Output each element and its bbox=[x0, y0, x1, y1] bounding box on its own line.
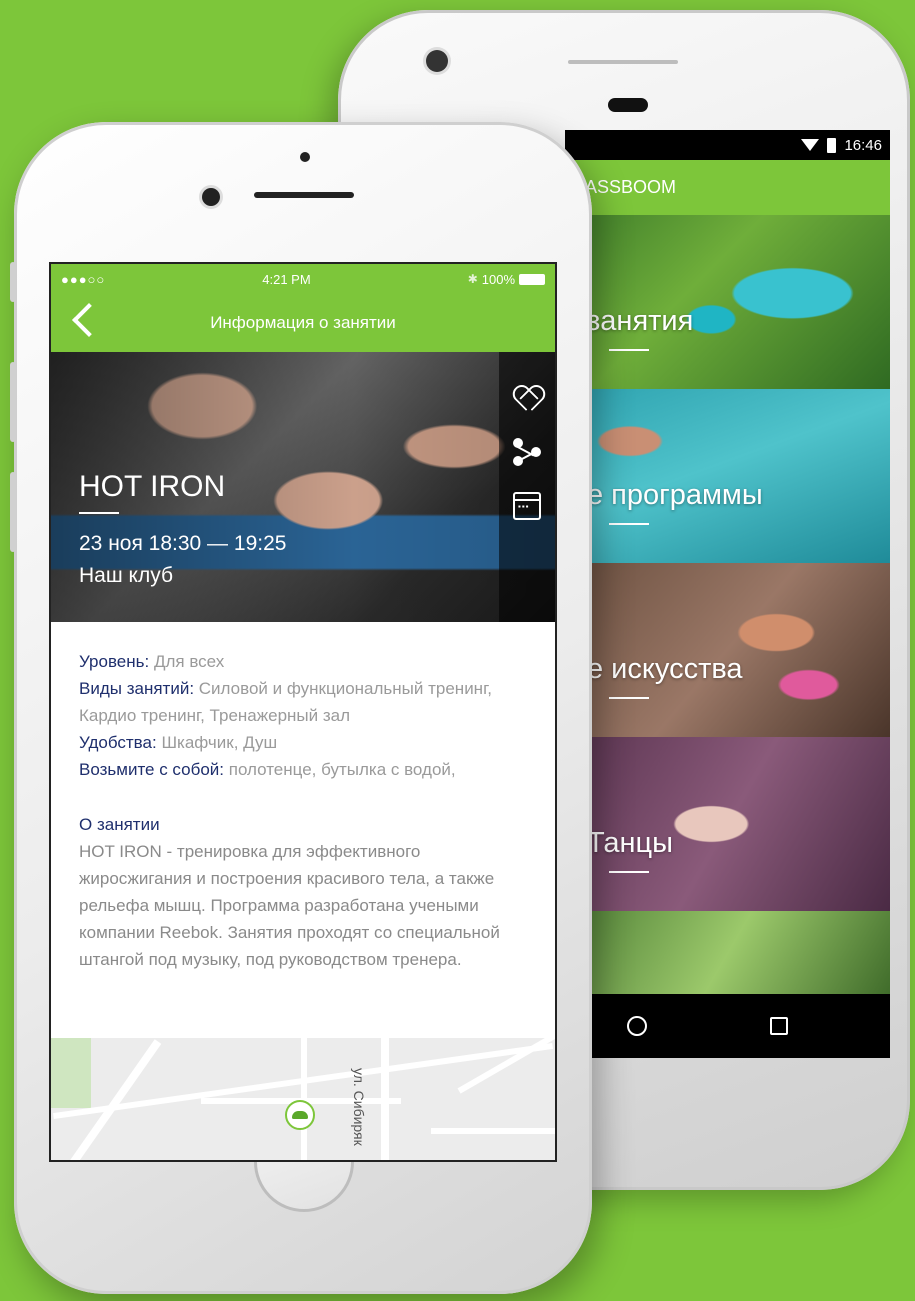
status-right: ✱ 100% bbox=[468, 272, 545, 287]
detail-types: Виды занятий: Силовой и функциональный т… bbox=[79, 675, 527, 729]
ios-screen: ●●●○○ 4:21 PM ✱ 100% Информация о заняти… bbox=[49, 262, 557, 1162]
category-tile-dance[interactable]: Танцы bbox=[565, 737, 890, 911]
location-map[interactable]: ул. Сибиряк bbox=[51, 1038, 555, 1160]
detail-amenities: Удобства: Шкафчик, Душ bbox=[79, 729, 527, 756]
app-title: ASSBOOM bbox=[585, 177, 677, 197]
location-pin-icon[interactable] bbox=[285, 1100, 315, 1130]
battery-icon bbox=[827, 137, 837, 153]
tile-label: Танцы bbox=[587, 827, 674, 859]
amenities-value: Шкафчик, Душ bbox=[161, 733, 278, 752]
volume-down-button bbox=[10, 472, 16, 552]
level-label: Уровень: bbox=[79, 652, 150, 671]
android-screen: 16:46 ASSBOOM занятия е программы е иску… bbox=[565, 130, 890, 1058]
favorite-heart-icon[interactable] bbox=[513, 384, 541, 412]
tile-label: е программы bbox=[587, 479, 763, 511]
tile-label: занятия bbox=[587, 305, 694, 337]
class-hero-image: HOT IRON 23 ноя 18:30 — 19:25 Наш клуб bbox=[51, 352, 555, 622]
proximity-sensor bbox=[608, 98, 648, 112]
ios-status-bar: ●●●○○ 4:21 PM ✱ 100% bbox=[51, 264, 555, 294]
tile-label: е искусства bbox=[587, 653, 743, 685]
front-camera bbox=[202, 188, 220, 206]
category-tile-programs[interactable]: е программы bbox=[565, 389, 890, 563]
class-details: Уровень: Для всех Виды занятий: Силовой … bbox=[51, 622, 555, 973]
front-camera bbox=[426, 50, 448, 72]
detail-bring: Возьмите с собой: полотенце, бутылка с в… bbox=[79, 756, 527, 783]
about-text: HOT IRON - тренировка для эффективного ж… bbox=[79, 842, 500, 969]
tile-underline bbox=[609, 523, 649, 525]
class-location: Наш клуб bbox=[79, 564, 173, 587]
recents-square-icon[interactable] bbox=[770, 1017, 789, 1035]
tile-underline bbox=[609, 871, 649, 873]
detail-level: Уровень: Для всех bbox=[79, 648, 527, 675]
home-circle-icon[interactable] bbox=[626, 1016, 647, 1036]
status-time: 16:46 bbox=[844, 136, 882, 154]
calendar-icon[interactable] bbox=[513, 492, 541, 520]
tile-underline bbox=[609, 349, 649, 351]
bring-value: полотенце, бутылка с водой, bbox=[228, 760, 456, 779]
types-label: Виды занятий: bbox=[79, 679, 195, 698]
map-road bbox=[381, 1038, 389, 1160]
map-street-label: ул. Сибиряк bbox=[351, 1068, 367, 1146]
class-datetime: 23 ноя 18:30 — 19:25 bbox=[79, 532, 287, 555]
nav-title: Информация о занятии bbox=[210, 313, 396, 332]
class-name: HOT IRON bbox=[79, 470, 226, 503]
status-time: 4:21 PM bbox=[262, 271, 311, 287]
map-road bbox=[457, 1038, 555, 1094]
level-value: Для всех bbox=[153, 652, 225, 671]
volume-up-button bbox=[10, 362, 16, 442]
app-bar: ASSBOOM bbox=[565, 160, 890, 215]
map-road bbox=[431, 1128, 555, 1134]
share-icon[interactable] bbox=[513, 438, 541, 466]
android-nav-bar bbox=[565, 994, 890, 1058]
about-heading: О занятии bbox=[79, 815, 160, 834]
bluetooth-icon: ✱ bbox=[467, 272, 478, 286]
battery-icon bbox=[519, 273, 545, 285]
amenities-label: Удобства: bbox=[79, 733, 157, 752]
earpiece-speaker bbox=[254, 192, 354, 198]
category-tile-classes[interactable]: занятия bbox=[565, 215, 890, 389]
battery-percent: 100% bbox=[481, 271, 515, 287]
hero-action-rail bbox=[499, 352, 555, 622]
android-status-bar: 16:46 bbox=[565, 130, 890, 160]
signal-indicator: ●●●○○ bbox=[61, 271, 106, 287]
tile-underline bbox=[609, 697, 649, 699]
bring-label: Возьмите с собой: bbox=[79, 760, 224, 779]
speaker-grille bbox=[568, 60, 678, 64]
category-tile-outdoor[interactable] bbox=[565, 911, 890, 997]
category-tile-martial-arts[interactable]: е искусства bbox=[565, 563, 890, 737]
wifi-icon bbox=[801, 139, 820, 151]
class-name-underline bbox=[79, 512, 119, 514]
map-park-area bbox=[51, 1038, 91, 1108]
mute-switch bbox=[10, 262, 16, 302]
nav-bar: Информация о занятии bbox=[51, 294, 555, 352]
front-sensor-dot bbox=[300, 152, 310, 162]
